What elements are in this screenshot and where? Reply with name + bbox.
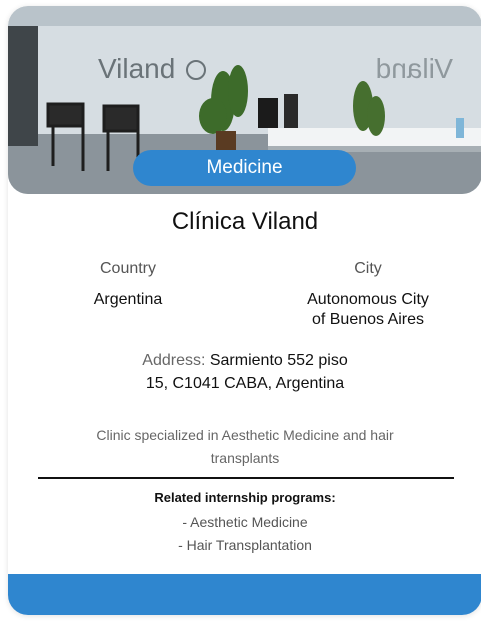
country-label: Country	[99, 260, 157, 277]
city-value-line1: Autonomous City	[307, 291, 429, 308]
city-value-line2: of Buenos Aires	[311, 311, 425, 328]
city-value: Autonomous City of Buenos Aires	[283, 290, 453, 330]
description-line2: transplants	[210, 450, 280, 466]
svg-text:Viland: Viland	[376, 53, 453, 84]
city-label: City	[354, 260, 382, 277]
country-value: Argentina	[93, 291, 163, 308]
divider	[38, 477, 454, 479]
related-programs-title: Related internship programs:	[154, 490, 336, 505]
category-badge: Medicine	[133, 150, 356, 186]
wall-logo: Viland	[98, 53, 175, 84]
address-line1: Sarmiento 552 piso	[209, 352, 348, 369]
address-block: Address: Sarmiento 552 piso 15, C1041 CA…	[108, 349, 382, 395]
clinic-card: Viland Viland Medicine Clínica Viland Co…	[8, 6, 481, 615]
address-label: Address:	[142, 352, 206, 369]
description-line1: Clinic specialized in Aesthetic Medicine…	[96, 427, 394, 443]
card-footer-bar[interactable]	[8, 574, 481, 615]
clinic-description: Clinic specialized in Aesthetic Medicine…	[68, 424, 422, 470]
clinic-title: Clínica Viland	[171, 208, 319, 235]
related-program-item[interactable]: - Aesthetic Medicine	[8, 514, 481, 530]
related-program-item[interactable]: - Hair Transplantation	[8, 537, 481, 553]
address-line2: 15, C1041 CABA, Argentina	[145, 375, 345, 392]
